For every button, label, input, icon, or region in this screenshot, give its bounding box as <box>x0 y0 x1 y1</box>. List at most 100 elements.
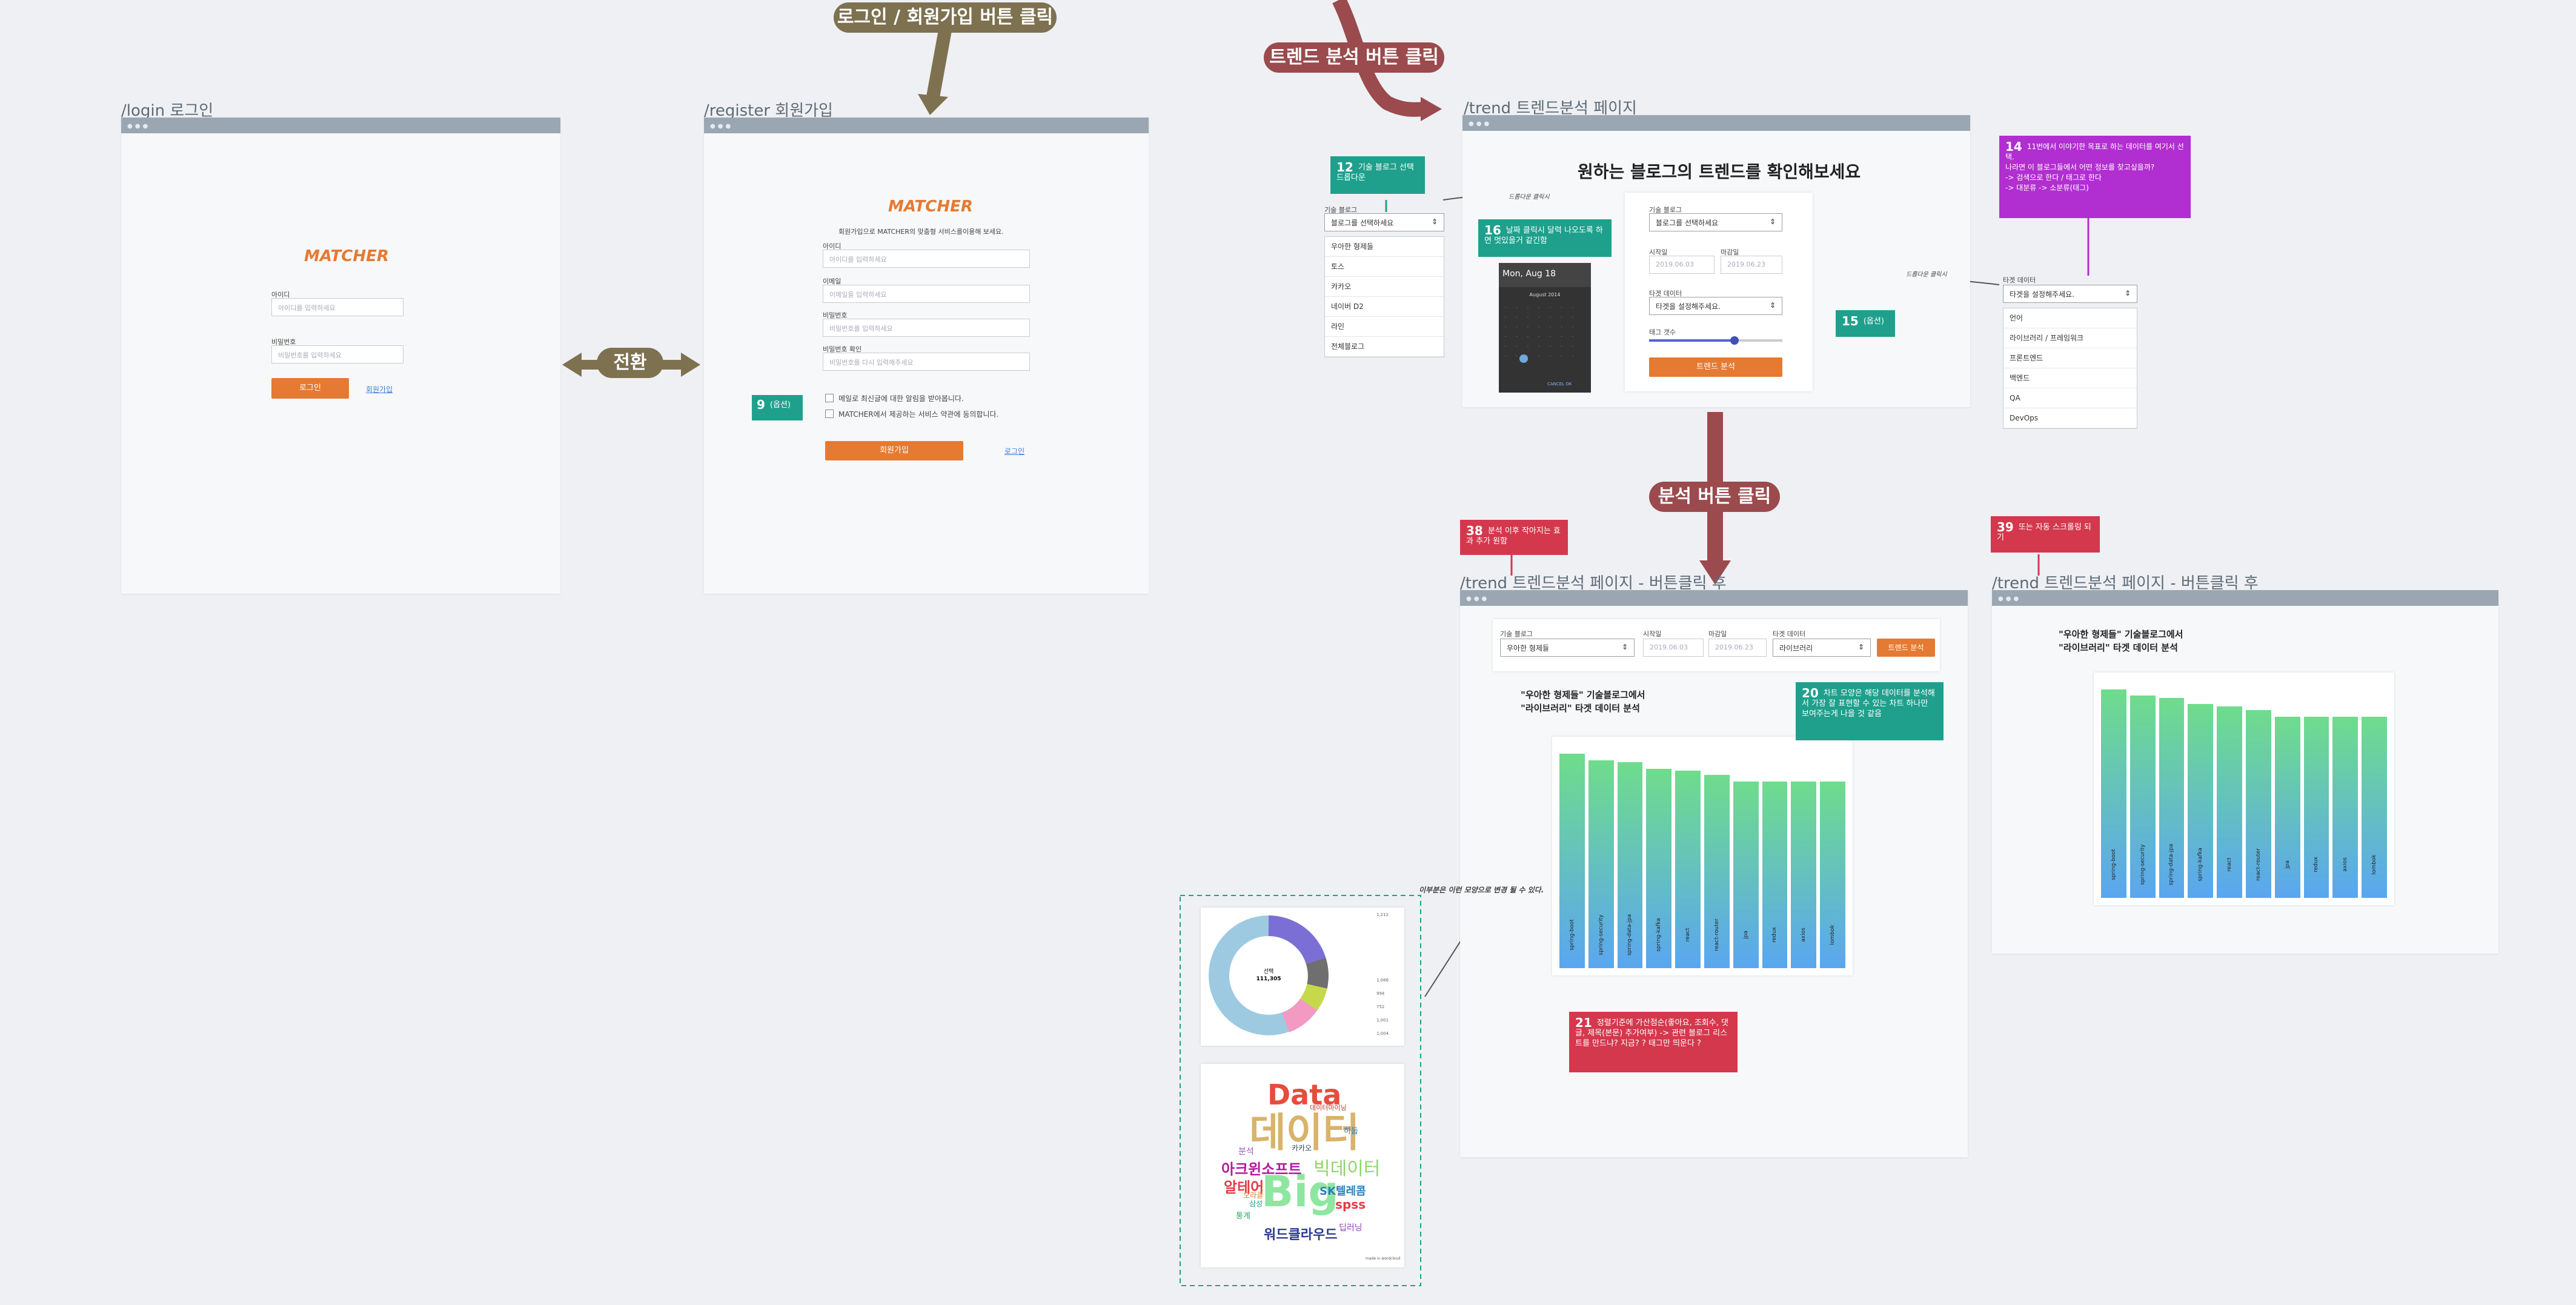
blog-select[interactable]: 블로그를 선택하세요 ⇕ <box>1649 213 1782 231</box>
blog-dropdown-item[interactable]: 카카오 <box>1325 277 1444 297</box>
slider-handle[interactable] <box>1730 336 1739 345</box>
chart-bar: spring-kafka <box>2188 704 2214 898</box>
start-date-input[interactable]: 2019.06.03 <box>1649 256 1715 274</box>
bar-chart-1: spring-boot spring-security spring-data-jp… <box>1552 737 1853 975</box>
start-date-input[interactable]: 2019.06.03 <box>1643 639 1704 657</box>
trend-analyze-button[interactable]: 트렌드 분석 <box>1649 357 1782 377</box>
chart-bar: react <box>2217 706 2242 898</box>
id-input[interactable]: 아이디를 입력하세요 <box>823 250 1030 268</box>
target-select[interactable]: 라이브러리 ⇕ <box>1773 639 1871 657</box>
wordcloud-word: 오라클 <box>1243 1191 1264 1200</box>
wordcloud-word: 통계 <box>1236 1212 1250 1221</box>
note-text: (옵션) <box>1863 317 1884 326</box>
target-dropdown-item[interactable]: QA <box>2003 388 2137 408</box>
chevron-down-icon: ⇕ <box>2124 289 2131 297</box>
note-num: 12 <box>1336 160 1353 174</box>
target-dropdown-item[interactable]: 라이브러리 / 프레임워크 <box>2003 328 2137 348</box>
blog-dropdown-item[interactable]: 토스 <box>1325 257 1444 277</box>
login-button[interactable]: 로그인 <box>271 378 349 399</box>
chart-bar-label: lombok <box>1830 925 1836 945</box>
id-input[interactable]: 아이디를 입력하세요 <box>271 298 403 316</box>
wordcloud-credit: made in wordcloud <box>1366 1257 1401 1261</box>
chart-bar: spring-boot <box>1559 754 1585 968</box>
window-bar: ●●● <box>1992 590 2498 606</box>
chart-bar-label: spring-kafka <box>2197 848 2204 882</box>
window-dots-icon: ●●● <box>710 123 734 130</box>
trend-analyze-button[interactable]: 트렌드 분석 <box>1877 639 1935 657</box>
target-dropdown-list[interactable]: 언어 라이브러리 / 프레임워크 프론트엔드 백엔드 QA DevOps <box>2003 308 2137 429</box>
target-dropdown-item[interactable]: 프론트엔드 <box>2003 348 2137 368</box>
chart-bar: spring-security <box>2130 696 2156 898</box>
note-38: 38 분석 이후 작아지는 효과 추가 원함 <box>1460 520 1568 555</box>
chart-bar-label: spring-boot <box>2110 849 2117 880</box>
donut-legend-item: 994 <box>1376 991 1385 996</box>
note-text: (옵션) <box>769 400 791 410</box>
register-link[interactable]: 회원가입 <box>366 384 393 394</box>
chart-bar-label: spring-boot <box>1569 919 1575 951</box>
wordcloud-card: 데이터 Data Big 빅데이터 SK텔레콤 아크윈소프트 워드클라우드 sp… <box>1201 1064 1404 1267</box>
blog-dropdown-item[interactable]: 라인 <box>1325 317 1444 337</box>
note-14: 14 11번에서 이야기한 목표로 하는 데이터를 여기서 선택. 나라면 이 블… <box>1999 136 2191 218</box>
pw2-input[interactable]: 비밀번호를 다시 입력해주세요 <box>823 353 1030 371</box>
terms-checkbox[interactable] <box>825 410 834 418</box>
chart-bar-label: lombok <box>2371 854 2378 875</box>
chart-bar-label: jpa <box>2284 860 2291 869</box>
target-dropdown-item[interactable]: 언어 <box>2003 308 2137 328</box>
end-date-input[interactable]: 2019.06.23 <box>1708 639 1767 657</box>
pw-input[interactable]: 비밀번호를 입력하세요 <box>271 345 403 364</box>
dropdown-hint-2: 드롭다운 클릭시 <box>1906 271 1947 278</box>
note-21: 21 정렬기준에 가산점순(좋아요, 조회수, 댓글, 제목(본문) 추가여부) … <box>1569 1012 1738 1072</box>
pw-input[interactable]: 비밀번호를 입력하세요 <box>823 319 1030 337</box>
email-alert-checkbox[interactable] <box>825 394 834 402</box>
register-intro: 회원가입으로 MATCHER의 맞춤형 서비스를이용해 보세요. <box>838 228 1004 236</box>
register-button[interactable]: 회원가입 <box>825 441 963 460</box>
target-dropdown-item[interactable]: DevOps <box>2003 408 2137 428</box>
note-text: 11번에서 이야기한 목표로 하는 데이터를 여기서 선택. 나라면 이 블로그… <box>2005 142 2184 192</box>
calendar-actions[interactable]: CANCEL OK <box>1547 382 1572 387</box>
calendar-date-title: Mon, Aug 18 <box>1499 263 1591 287</box>
target-dropdown-item[interactable]: 백엔드 <box>2003 368 2137 388</box>
chart-bar: spring-kafka <box>1646 768 1672 968</box>
chart-bar-label: spring-data-jpa <box>1627 914 1633 956</box>
after-frame-2: ●●● "우아한 형제들" 기술블로그에서 "라이브러리" 타겟 데이터 분석 … <box>1992 590 2498 954</box>
note-text: 차트 모양은 해당 데이터를 분석해서 가장 잘 표현할 수 있는 차트 하나만… <box>1802 689 1935 719</box>
blog-dropdown-item[interactable]: 네이버 D2 <box>1325 297 1444 317</box>
donut-center-label: 선택 <box>1264 968 1274 975</box>
trend-form-card: 기술 블로그 블로그를 선택하세요 ⇕ 시작일 2019.06.03 마감일 20… <box>1625 193 1813 391</box>
calendar-popup[interactable]: Mon, Aug 18 August 2014 · · · · · · · · ·… <box>1499 263 1591 393</box>
target-select[interactable]: 타겟을 설정해주세요. ⇕ <box>1649 297 1782 315</box>
target-select-value: 라이브러리 <box>1779 644 1813 652</box>
login-link[interactable]: 로그인 <box>1004 446 1024 456</box>
chevron-down-icon: ⇕ <box>1769 301 1776 310</box>
blog-select[interactable]: 우아한 형제들 ⇕ <box>1500 639 1635 657</box>
donut-chart: 선택 111,305 1,212 1,066 994 752 1,001 1,0… <box>1209 912 1389 1036</box>
wordcloud-word: SK텔레콤 <box>1320 1185 1366 1198</box>
window-bar: ●●● <box>704 118 1149 133</box>
tag-count-slider[interactable] <box>1649 336 1782 345</box>
note-text: 정렬기준에 가산점순(좋아요, 조회수, 댓글, 제목(본문) 추가여부) ->… <box>1575 1018 1728 1048</box>
trend-heading: 원하는 블로그의 트렌드를 확인해보세요 <box>1578 162 1861 182</box>
wordcloud-word: 하둡 <box>1344 1127 1358 1136</box>
blog-dropdown-select[interactable]: 블로그를 선택하세요 ⇕ <box>1324 213 1444 231</box>
blog-label: 기술 블로그 <box>1500 630 1533 638</box>
target-dropdown-select[interactable]: 타겟을 설정해주세요. ⇕ <box>2003 285 2137 303</box>
calendar-selected-day[interactable] <box>1519 354 1528 363</box>
end-date-input[interactable]: 2019.06.23 <box>1721 256 1782 274</box>
blog-dropdown-item[interactable]: 전체블로그 <box>1325 337 1444 357</box>
calendar-grid[interactable]: · · · · · · · · · · · · · · · · · · · · · ·… <box>1505 303 1585 374</box>
chart-bar: spring-boot <box>2101 689 2126 898</box>
result-title-line2: "라이브러리" 타겟 데이터 분석 <box>1521 703 1640 714</box>
tag-count-label: 태그 갯수 <box>1649 328 1676 336</box>
chart-bar-label: spring-kafka <box>1656 918 1662 952</box>
donut-center-value: 111,305 <box>1256 976 1281 982</box>
blog-dropdown-item[interactable]: 우아한 형제들 <box>1325 237 1444 257</box>
chart-bar-label: spring-security <box>2139 844 2146 885</box>
window-bar: ●●● <box>121 118 560 133</box>
chart-bar: redux <box>1762 782 1788 968</box>
email-input[interactable]: 이메일을 입력하세요 <box>823 285 1030 303</box>
blog-dropdown-list[interactable]: 우아한 형제들 토스 카카오 네이버 D2 라인 전체블로그 <box>1324 236 1444 357</box>
brand-logo: MATCHER <box>888 198 973 216</box>
note-15: 15 (옵션) <box>1836 310 1895 337</box>
chart-bar: lombok <box>1820 782 1845 968</box>
blog-select-value: 우아한 형제들 <box>1507 644 1550 652</box>
